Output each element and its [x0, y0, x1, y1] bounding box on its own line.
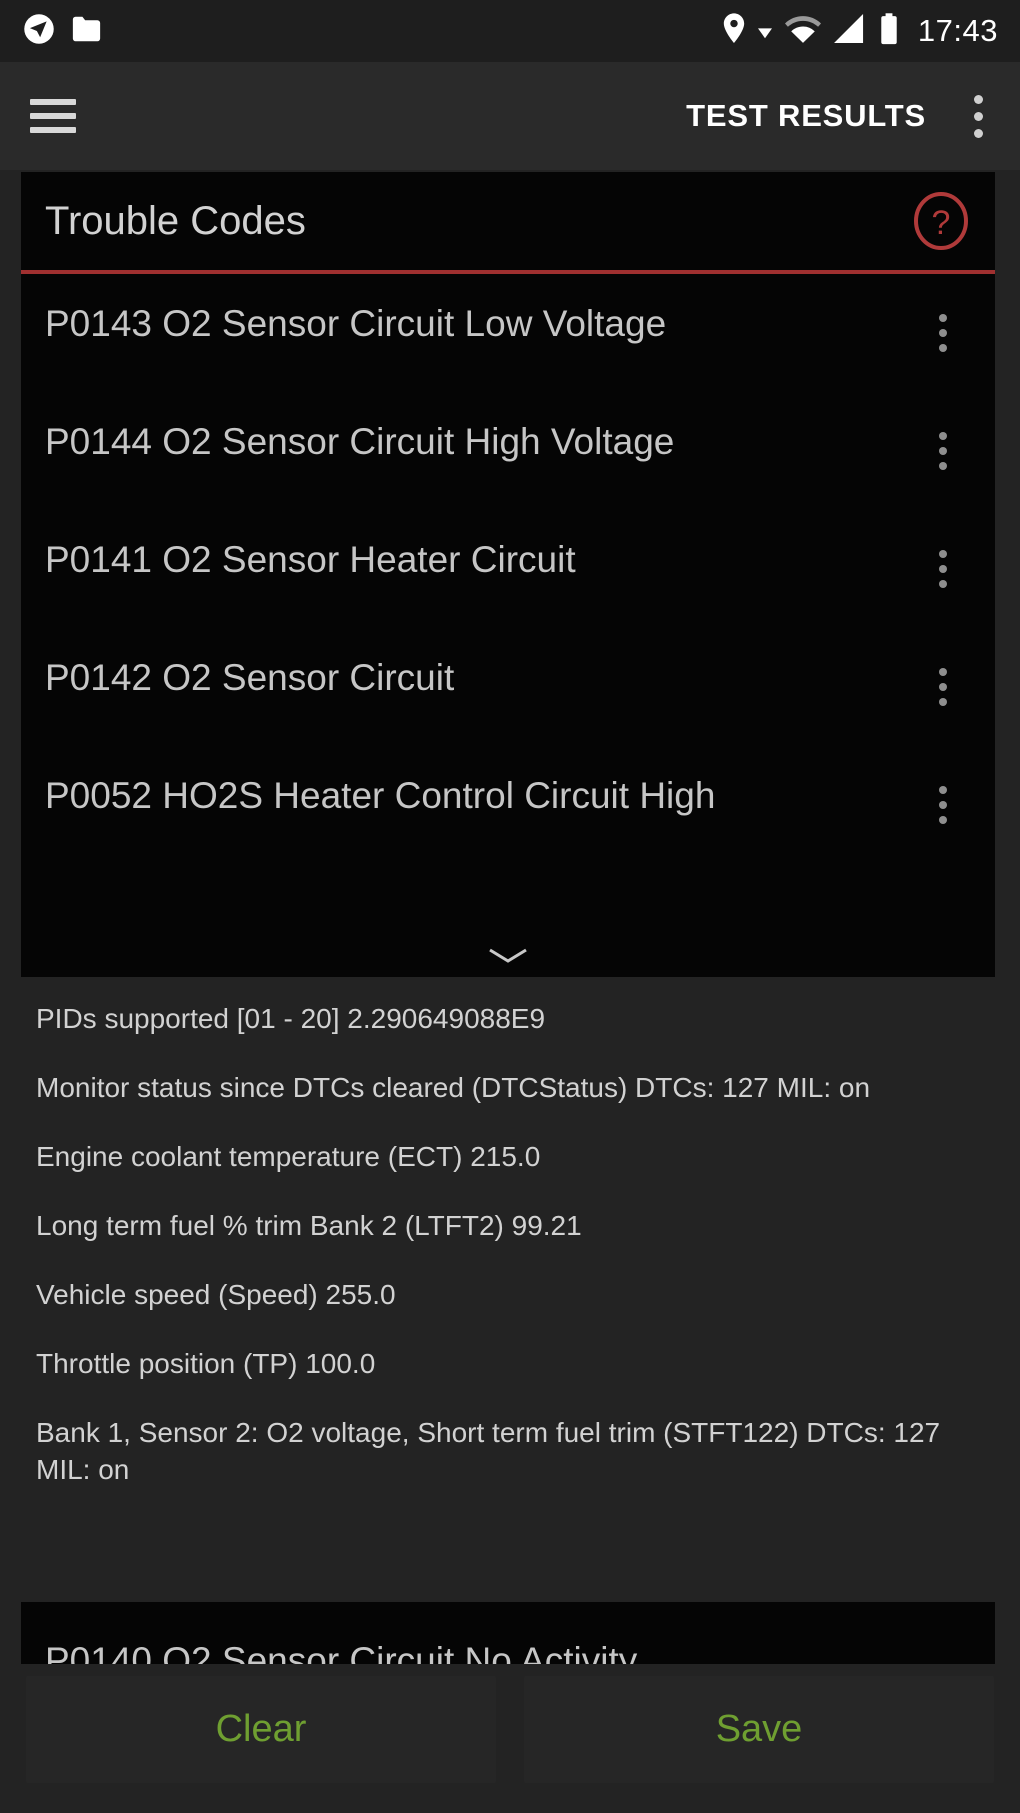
- save-button[interactable]: Save: [524, 1676, 994, 1783]
- status-bar: 17:43: [0, 0, 1020, 62]
- clipped-trouble-code-text: P0140 O2 Sensor Circuit No Activity: [45, 1640, 638, 1664]
- row-overflow-menu-icon[interactable]: [939, 432, 947, 470]
- table-row[interactable]: P0142 O2 Sensor Circuit: [21, 628, 995, 746]
- clock: 17:43: [917, 13, 998, 48]
- folder-icon: [70, 14, 103, 49]
- table-row[interactable]: P0143 O2 Sensor Circuit Low Voltage: [21, 274, 995, 392]
- clear-button[interactable]: Clear: [26, 1676, 496, 1783]
- list-item: Vehicle speed (Speed) 255.0: [36, 1278, 396, 1310]
- dropdown-triangle-icon: [757, 17, 772, 46]
- collapse-handle[interactable]: [21, 941, 995, 971]
- trouble-code-text: P0143 O2 Sensor Circuit Low Voltage: [45, 303, 667, 344]
- trouble-code-text: P0052 HO2S Heater Control Circuit High: [45, 775, 716, 816]
- table-row[interactable]: P0144 O2 Sensor Circuit High Voltage: [21, 392, 995, 510]
- row-overflow-menu-icon[interactable]: [939, 314, 947, 352]
- table-row[interactable]: P0141 O2 Sensor Heater Circuit: [21, 510, 995, 628]
- pid-list[interactable]: PIDs supported [01 - 20] 2.290649088E9 M…: [0, 977, 1020, 1602]
- app-window: 17:43 TEST RESULTS Trouble Codes ? P0143…: [0, 0, 1020, 1813]
- trouble-code-text: P0144 O2 Sensor Circuit High Voltage: [45, 421, 675, 462]
- list-item: Engine coolant temperature (ECT) 215.0: [36, 1140, 541, 1172]
- hamburger-menu-icon[interactable]: [30, 99, 76, 133]
- row-overflow-menu-icon[interactable]: [939, 786, 947, 824]
- wifi-icon: [784, 15, 821, 48]
- cellular-signal-icon: [833, 14, 866, 48]
- trouble-code-text: P0141 O2 Sensor Heater Circuit: [45, 539, 576, 580]
- list-item: Monitor status since DTCs cleared (DTCSt…: [36, 1071, 871, 1103]
- status-bar-system-icons: 17:43: [723, 12, 998, 50]
- trouble-codes-title: Trouble Codes: [45, 198, 306, 243]
- clipped-trouble-codes-card[interactable]: P0140 O2 Sensor Circuit No Activity: [21, 1602, 995, 1664]
- trouble-codes-header: Trouble Codes ?: [21, 172, 995, 270]
- bottom-button-bar: Clear Save: [0, 1668, 1020, 1813]
- trouble-codes-card: Trouble Codes ? P0143 O2 Sensor Circuit …: [21, 172, 995, 977]
- list-item: Throttle position (TP) 100.0: [36, 1347, 376, 1379]
- row-overflow-menu-icon[interactable]: [939, 668, 947, 706]
- overflow-menu-icon[interactable]: [972, 94, 984, 138]
- app-bar: TEST RESULTS: [0, 62, 1020, 170]
- battery-icon: [879, 12, 899, 50]
- list-item: Bank 1, Sensor 2: O2 voltage, Short term…: [36, 1416, 941, 1485]
- help-circle-icon[interactable]: ?: [911, 191, 971, 251]
- location-pin-icon: [723, 13, 745, 49]
- trouble-code-text: P0142 O2 Sensor Circuit: [45, 657, 455, 698]
- svg-text:?: ?: [932, 204, 951, 242]
- page-title: TEST RESULTS: [686, 98, 926, 133]
- row-overflow-menu-icon[interactable]: [939, 550, 947, 588]
- list-item: Long term fuel % trim Bank 2 (LTFT2) 99.…: [36, 1209, 582, 1241]
- table-row[interactable]: P0052 HO2S Heater Control Circuit High: [21, 746, 995, 864]
- trouble-codes-list: P0143 O2 Sensor Circuit Low Voltage P014…: [21, 274, 995, 864]
- list-item: PIDs supported [01 - 20] 2.290649088E9: [36, 1003, 546, 1034]
- telegram-icon: [22, 12, 56, 51]
- chevron-down-icon: [487, 947, 529, 965]
- status-bar-notifications: [22, 12, 103, 51]
